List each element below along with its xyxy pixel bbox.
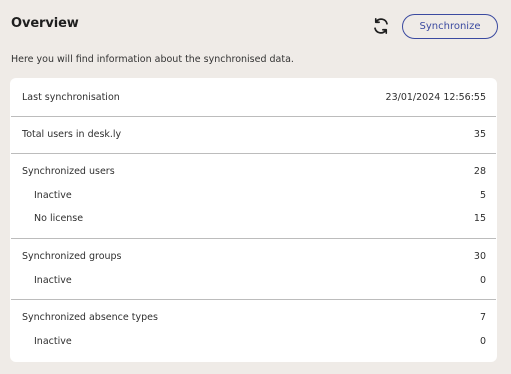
- synced-users-inactive-label: Inactive: [34, 190, 72, 201]
- synced-users-inactive-value: 5: [479, 190, 486, 201]
- synced-absence-types-row: Synchronized absence types 7: [10, 308, 497, 328]
- synced-users-label: Synchronized users: [22, 166, 115, 177]
- synced-users-no-license-row: No license 15: [10, 209, 497, 229]
- page-description: Here you will find information about the…: [11, 54, 294, 65]
- divider: [11, 238, 496, 239]
- synced-groups-row: Synchronized groups 30: [10, 247, 497, 267]
- synced-groups-inactive-value: 0: [479, 275, 486, 286]
- synced-groups-value: 30: [473, 251, 486, 262]
- refresh-icon[interactable]: [372, 17, 390, 35]
- page-title: Overview: [11, 16, 79, 31]
- synced-users-inactive-row: Inactive 5: [10, 186, 497, 206]
- sync-overview-card: Last synchronisation 23/01/2024 12:56:55…: [10, 78, 497, 362]
- last-sync-row: Last synchronisation 23/01/2024 12:56:55: [10, 88, 497, 108]
- synced-groups-inactive-row: Inactive 0: [10, 271, 497, 291]
- synchronize-button[interactable]: Synchronize: [402, 14, 498, 39]
- last-sync-label: Last synchronisation: [22, 92, 120, 103]
- synced-absence-types-inactive-label: Inactive: [34, 336, 72, 347]
- divider: [11, 116, 496, 117]
- last-sync-value: 23/01/2024 12:56:55: [385, 92, 486, 103]
- synced-users-no-license-label: No license: [34, 213, 84, 224]
- synced-absence-types-inactive-row: Inactive 0: [10, 332, 497, 352]
- header: Overview Synchronize: [11, 10, 498, 44]
- total-users-label: Total users in desk.ly: [22, 129, 122, 140]
- synced-absence-types-label: Synchronized absence types: [22, 312, 158, 323]
- synced-users-row: Synchronized users 28: [10, 162, 497, 182]
- total-users-row: Total users in desk.ly 35: [10, 125, 497, 145]
- synced-absence-types-inactive-value: 0: [479, 336, 486, 347]
- synced-groups-inactive-label: Inactive: [34, 275, 72, 286]
- divider: [11, 299, 496, 300]
- synced-groups-label: Synchronized groups: [22, 251, 122, 262]
- synced-users-value: 28: [473, 166, 486, 177]
- total-users-value: 35: [473, 129, 486, 140]
- synced-absence-types-value: 7: [479, 312, 486, 323]
- synced-users-no-license-value: 15: [473, 213, 486, 224]
- divider: [11, 153, 496, 154]
